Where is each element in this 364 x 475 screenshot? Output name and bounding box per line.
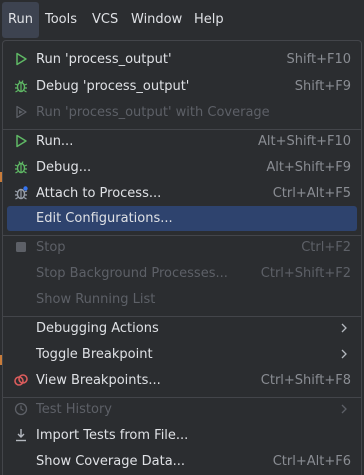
menu-item-label: Toggle Breakpoint bbox=[36, 347, 153, 362]
attach-process-icon bbox=[14, 186, 28, 200]
menu-item-attach-process[interactable]: Attach to Process... Ctrl+Alt+F5 bbox=[7, 181, 357, 206]
menu-item-shortcut: Alt+Shift+F9 bbox=[266, 160, 351, 175]
menu-item-label: Test History bbox=[36, 402, 112, 417]
menu-item-shortcut: Shift+F10 bbox=[286, 52, 351, 67]
menu-item-label: Run 'process_output' with Coverage bbox=[36, 105, 270, 120]
menu-item-debugging-actions[interactable]: Debugging Actions bbox=[7, 316, 357, 341]
breakpoints-icon bbox=[14, 374, 28, 386]
coverage-icon bbox=[16, 105, 27, 119]
menu-item-toggle-breakpoint[interactable]: Toggle Breakpoint bbox=[7, 342, 357, 367]
menu-item-edit-configurations[interactable]: Edit Configurations... bbox=[7, 206, 357, 231]
menu-item-label: View Breakpoints... bbox=[36, 373, 161, 388]
menubar-window[interactable]: Window bbox=[125, 0, 188, 40]
menu-item-shortcut: Ctrl+F2 bbox=[301, 240, 351, 255]
menu-item-stop: Stop Ctrl+F2 bbox=[7, 235, 357, 260]
menubar-tools[interactable]: Tools bbox=[39, 0, 83, 40]
run-icon bbox=[16, 134, 27, 148]
menu-item-label: Run 'process_output' bbox=[36, 52, 172, 67]
run-icon bbox=[16, 52, 27, 66]
menu-item-label: Show Coverage Data... bbox=[36, 454, 186, 469]
menu-item-test-history: Test History bbox=[7, 397, 357, 422]
menu-item-label: Show Running List bbox=[36, 292, 156, 307]
menu-item-label: Attach to Process... bbox=[36, 186, 162, 201]
menu-item-import-tests[interactable]: Import Tests from File... bbox=[7, 423, 357, 448]
menu-item-stop-background: Stop Background Processes... Ctrl+Shift+… bbox=[7, 261, 357, 286]
menubar-run[interactable]: Run bbox=[2, 2, 39, 38]
import-icon bbox=[16, 429, 26, 442]
menu-item-shortcut: Ctrl+Shift+F8 bbox=[260, 373, 351, 388]
menu-item-label: Debug 'process_output' bbox=[36, 79, 190, 94]
debug-icon bbox=[14, 161, 28, 174]
chevron-right-icon bbox=[341, 323, 347, 333]
menu-item-shortcut: Ctrl+Alt+F6 bbox=[272, 454, 351, 469]
menu-bar: Run Tools VCS Window Help bbox=[0, 0, 364, 40]
run-dropdown-menu: Run 'process_output' Shift+F10 Debug 'pr… bbox=[2, 40, 362, 475]
menubar-vcs[interactable]: VCS bbox=[86, 0, 124, 40]
menu-item-shortcut: Alt+Shift+F10 bbox=[258, 134, 351, 149]
menu-item-run-coverage: Run 'process_output' with Coverage bbox=[7, 100, 357, 125]
menu-item-run-config[interactable]: Run 'process_output' Shift+F10 bbox=[7, 47, 357, 72]
stop-icon bbox=[16, 242, 26, 252]
chevron-right-icon bbox=[341, 349, 347, 359]
menu-item-shortcut: Shift+F9 bbox=[294, 79, 351, 94]
history-icon bbox=[14, 402, 28, 416]
menu-item-show-coverage-data[interactable]: Show Coverage Data... Ctrl+Alt+F6 bbox=[7, 449, 357, 474]
menu-item-debug[interactable]: Debug... Alt+Shift+F9 bbox=[7, 155, 357, 180]
menu-item-label: Stop Background Processes... bbox=[36, 266, 228, 281]
menu-item-debug-config[interactable]: Debug 'process_output' Shift+F9 bbox=[7, 74, 357, 99]
chevron-right-icon bbox=[341, 404, 347, 414]
menubar-help[interactable]: Help bbox=[188, 0, 230, 40]
menu-item-view-breakpoints[interactable]: View Breakpoints... Ctrl+Shift+F8 bbox=[7, 368, 357, 393]
menu-item-run[interactable]: Run... Alt+Shift+F10 bbox=[7, 129, 357, 154]
menu-item-label: Debugging Actions bbox=[36, 321, 159, 336]
menu-item-shortcut: Ctrl+Shift+F2 bbox=[260, 266, 351, 281]
menu-item-label: Stop bbox=[36, 240, 66, 255]
menu-item-label: Debug... bbox=[36, 160, 92, 175]
debug-icon bbox=[14, 80, 28, 93]
menu-item-label: Edit Configurations... bbox=[36, 211, 173, 226]
menu-item-shortcut: Ctrl+Alt+F5 bbox=[272, 186, 351, 201]
menu-item-show-running-list: Show Running List bbox=[7, 287, 357, 312]
menu-item-label: Import Tests from File... bbox=[36, 428, 189, 443]
menu-item-label: Run... bbox=[36, 134, 74, 149]
